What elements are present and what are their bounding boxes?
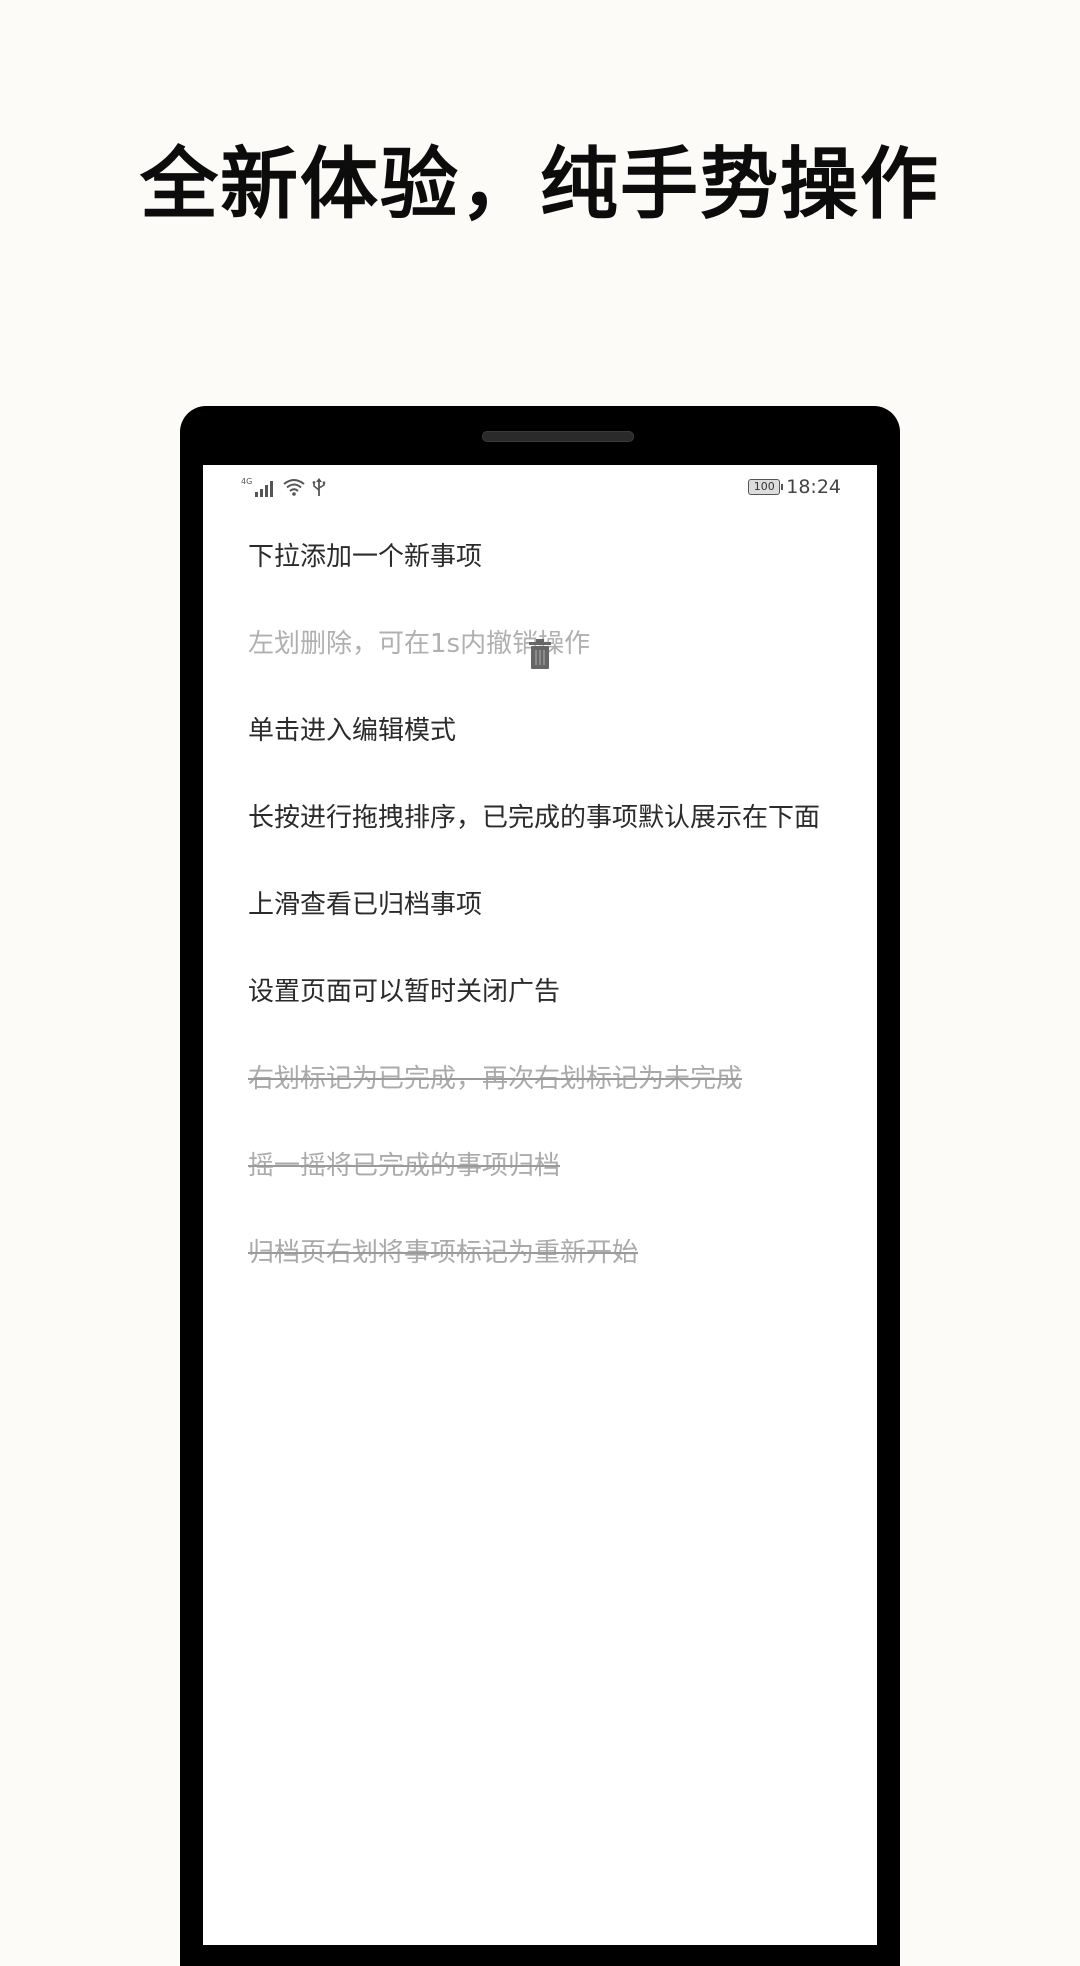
task-item-completed[interactable]: 摇一摇将已完成的事项归档 (203, 1124, 877, 1211)
task-item-deleting[interactable]: 左划删除，可在1s内撤销操作 (203, 602, 877, 689)
task-text: 摇一摇将已完成的事项归档 (248, 1151, 561, 1181)
clock: 18:24 (786, 476, 841, 498)
phone-frame: 4G 100 18:24 下拉添加一个新事项 左划删除，可在1s内撤销操作 单击… (180, 406, 900, 1966)
task-item[interactable]: 设置页面可以暂时关闭广告 (203, 950, 877, 1037)
task-text: 上滑查看已归档事项 (248, 890, 483, 920)
phone-screen: 4G 100 18:24 下拉添加一个新事项 左划删除，可在1s内撤销操作 单击… (203, 465, 877, 1945)
promo-headline: 全新体验，纯手势操作 (139, 140, 940, 230)
task-item[interactable]: 长按进行拖拽排序，已完成的事项默认展示在下面 (203, 776, 877, 863)
trash-icon (528, 638, 552, 669)
status-bar: 4G 100 18:24 (203, 465, 877, 515)
usb-icon (312, 477, 326, 501)
signal-icon (254, 479, 276, 501)
battery-icon: 100 (748, 479, 784, 495)
status-right: 100 18:24 (748, 476, 841, 498)
task-item[interactable]: 单击进入编辑模式 (203, 689, 877, 776)
task-list: 下拉添加一个新事项 左划删除，可在1s内撤销操作 单击进入编辑模式 长按进行拖拽… (203, 515, 877, 1298)
status-left-icons: 4G (241, 477, 326, 501)
task-text: 下拉添加一个新事项 (248, 542, 483, 572)
task-text: 单击进入编辑模式 (248, 716, 457, 746)
network-type-label: 4G (241, 477, 253, 486)
task-item-completed[interactable]: 归档页右划将事项标记为重新开始 (203, 1211, 877, 1298)
task-text: 归档页右划将事项标记为重新开始 (248, 1238, 639, 1268)
task-text: 右划标记为已完成，再次右划标记为未完成 (248, 1064, 743, 1094)
task-item-completed[interactable]: 右划标记为已完成，再次右划标记为未完成 (203, 1037, 877, 1124)
task-text: 长按进行拖拽排序，已完成的事项默认展示在下面 (248, 803, 821, 833)
task-text: 设置页面可以暂时关闭广告 (248, 977, 561, 1007)
task-item[interactable]: 下拉添加一个新事项 (203, 515, 877, 602)
phone-speaker (482, 431, 634, 442)
wifi-icon (282, 477, 306, 501)
task-item[interactable]: 上滑查看已归档事项 (203, 863, 877, 950)
